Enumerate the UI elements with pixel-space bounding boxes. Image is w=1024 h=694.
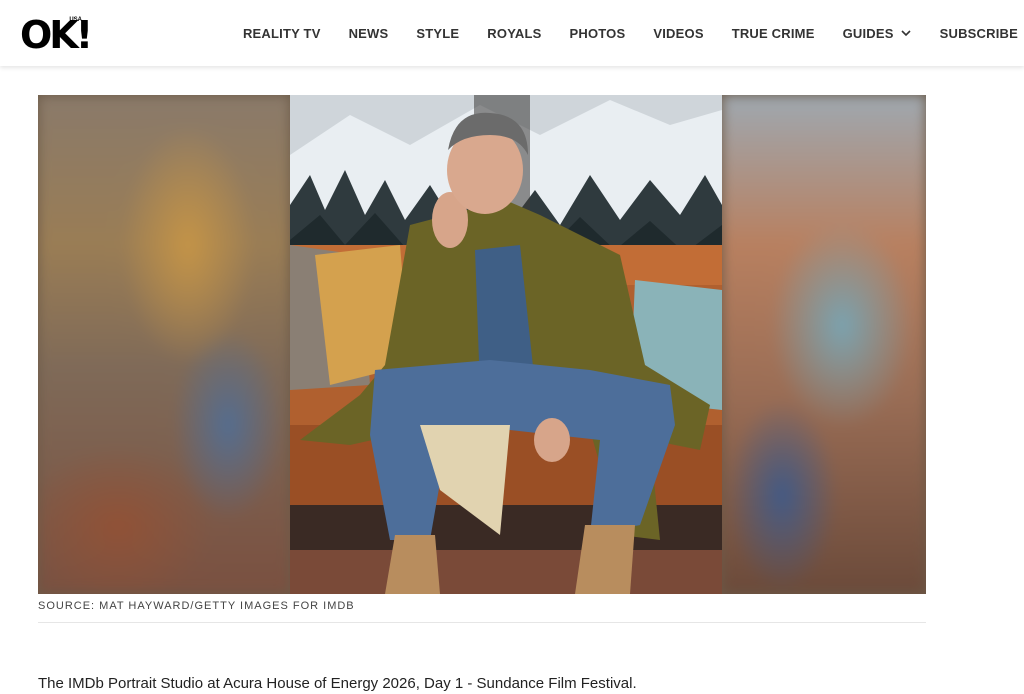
main-nav: REALITY TV NEWS STYLE ROYALS PHOTOS VIDE…: [215, 0, 1018, 66]
site-header: OK! USA REALITY TV NEWS STYLE ROYALS PHO…: [0, 0, 1024, 66]
nav-item-royals[interactable]: ROYALS: [487, 26, 541, 41]
nav-item-guides-label: GUIDES: [842, 25, 894, 41]
nav-item-photos[interactable]: PHOTOS: [569, 26, 625, 41]
nav-item-style[interactable]: STYLE: [416, 26, 459, 41]
chevron-down-icon: [901, 30, 911, 37]
nav-item-reality-tv[interactable]: REALITY TV: [243, 26, 321, 41]
divider: [38, 622, 926, 623]
article-hero-image: [38, 95, 926, 594]
image-credit: SOURCE: MAT HAYWARD/GETTY IMAGES FOR IMD…: [38, 600, 355, 612]
image-caption: The IMDb Portrait Studio at Acura House …: [38, 675, 637, 692]
nav-item-guides[interactable]: GUIDES: [843, 26, 912, 41]
nav-item-news[interactable]: NEWS: [349, 26, 389, 41]
logo-superscript: USA: [69, 17, 82, 23]
portrait-photo: [290, 95, 722, 594]
blurred-backdrop-right: [722, 95, 926, 594]
nav-item-videos[interactable]: VIDEOS: [653, 26, 703, 41]
blurred-backdrop-left: [38, 95, 290, 594]
site-logo[interactable]: OK! USA: [20, 15, 93, 55]
nav-item-true-crime[interactable]: TRUE CRIME: [732, 26, 815, 41]
nav-item-subscribe[interactable]: SUBSCRIBE: [940, 26, 1018, 41]
